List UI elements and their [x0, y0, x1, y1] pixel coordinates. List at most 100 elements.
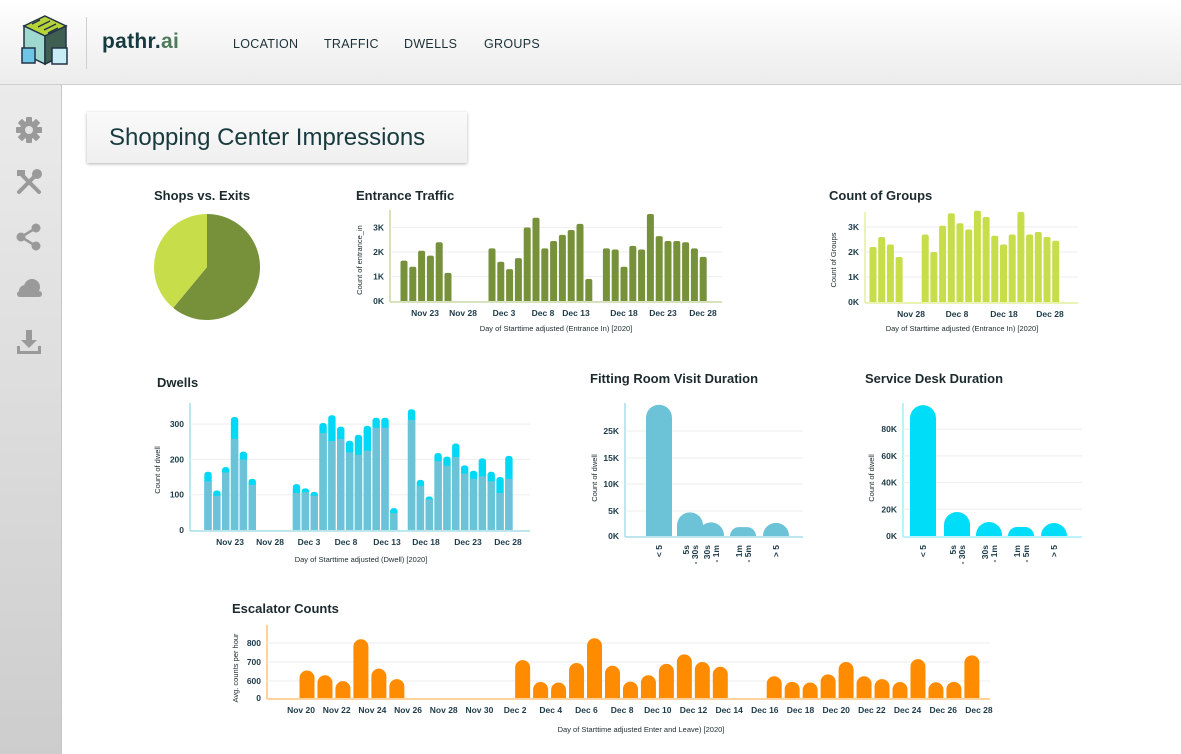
entrance-bar	[506, 269, 514, 301]
groups-bar	[895, 257, 903, 302]
dwell-bar-base	[372, 427, 380, 530]
x-tick-label: Dec 8	[946, 309, 969, 319]
y-tick-label: 0K	[848, 297, 860, 307]
x-tick-label: 5s- 30s	[948, 545, 967, 565]
escalator-bar	[676, 654, 692, 698]
x-tick-label: 1m- 5m	[734, 545, 753, 563]
x-tick-label: < 5	[654, 545, 664, 557]
escalator-bar	[551, 682, 567, 698]
entrance-bar	[567, 229, 575, 301]
y-tick-label: 3K	[373, 223, 385, 233]
dwell-bar-base	[505, 478, 513, 530]
dwell-bar-base	[425, 499, 433, 530]
entrance-bar	[541, 248, 549, 301]
x-tick-label: Dec 23	[649, 308, 677, 318]
y-tick-label: 0	[179, 525, 184, 535]
escalator-bar	[335, 681, 351, 698]
dwell-bar-base	[452, 456, 460, 530]
x-tick-label: Dec 18	[610, 308, 638, 318]
escalator-bar	[712, 666, 728, 698]
groups-bar	[1000, 244, 1007, 302]
x-tick-label: Dec 13	[562, 308, 590, 318]
y-tick-label: 3K	[848, 222, 860, 232]
x-tick-label: Dec 28	[965, 705, 993, 715]
x-tick-label: Dec 26	[930, 705, 958, 715]
chart-title-escalator: Escalator Counts	[232, 601, 339, 616]
escalator-bar	[604, 665, 620, 698]
x-tick-label: Dec 28	[494, 537, 522, 547]
entrance-bar	[418, 250, 426, 301]
ylabel-service: Count of dwell	[867, 454, 876, 502]
escalator-bar	[928, 682, 944, 698]
xlabel-dwells: Day of Starttime adjusted (Dwell) [2020]	[295, 555, 428, 564]
dwell-bar-base	[230, 438, 239, 530]
dwell-bar-base	[478, 476, 487, 530]
x-tick-label: Dec 6	[575, 705, 598, 715]
escalator-bar	[371, 668, 387, 698]
entrance-bar	[620, 266, 628, 301]
y-tick-label: 60K	[881, 451, 897, 461]
escalator-bar	[910, 659, 926, 698]
x-tick-label: Dec 3	[493, 308, 516, 318]
groups-bar	[1026, 234, 1034, 302]
fitting-bar	[730, 527, 756, 536]
entrance-bar	[682, 242, 690, 301]
groups-bar	[973, 210, 981, 302]
y-tick-label: 10K	[603, 479, 619, 489]
escalator-bar	[838, 662, 854, 698]
ylabel-entrance: Count of entrance_in	[355, 225, 364, 295]
escalator-bar	[964, 655, 980, 698]
x-tick-label: Dec 8	[335, 537, 358, 547]
dwell-bar-base	[292, 492, 301, 530]
x-tick-label: Dec 28	[1036, 309, 1064, 319]
dwell-bar-base	[416, 485, 425, 530]
x-tick-label: Nov 23	[411, 308, 439, 318]
entrance-bar	[532, 217, 540, 301]
entrance-bar	[426, 255, 434, 301]
dwell-bar-base	[319, 432, 327, 530]
tick-line: - 5m	[743, 545, 753, 563]
y-tick-label: 80K	[881, 424, 897, 434]
y-tick-label: 25K	[603, 426, 619, 436]
x-tick-label: Nov 28	[256, 537, 284, 547]
entrance-bar	[523, 227, 531, 301]
groups-bar	[965, 229, 973, 302]
dwell-bar-base	[460, 473, 469, 530]
groups-bar	[921, 234, 929, 302]
groups-bar	[1034, 232, 1042, 302]
service-bar	[944, 511, 970, 536]
dwell-bar-base	[354, 454, 363, 530]
groups-bar	[991, 235, 999, 302]
groups-bar	[1017, 212, 1025, 302]
service-bar	[1008, 527, 1034, 536]
dwell-bar-base	[204, 481, 212, 530]
x-tick-label: Nov 26	[394, 705, 422, 715]
dwell-bar-base	[469, 478, 478, 530]
tick-line: - 1m	[989, 545, 999, 563]
escalator-bar	[640, 675, 656, 698]
chart-title-shops: Shops vs. Exits	[154, 188, 250, 203]
escalator-bar	[874, 679, 890, 698]
tick-line: - 30s	[690, 545, 700, 565]
entrance-bar	[655, 236, 663, 301]
escalator-bar	[784, 681, 800, 698]
entrance-bar	[488, 248, 496, 301]
escalator-bar	[946, 681, 962, 698]
dwell-bar-base	[328, 441, 336, 530]
y-tick-label: 300	[170, 419, 184, 429]
entrance-bar	[409, 266, 417, 301]
groups-bar	[886, 244, 894, 302]
dwell-bar-base	[301, 492, 310, 530]
groups-bar	[1008, 234, 1016, 302]
dwell-bar-base	[443, 465, 451, 530]
y-tick-label: 700	[247, 657, 261, 667]
ylabel-groups: Count of Groups	[829, 232, 838, 287]
fitting-bar	[646, 404, 672, 536]
x-tick-label: Dec 18	[787, 705, 815, 715]
xlabel-groups: Day of Starttime adjusted (Entrance In) …	[886, 324, 1039, 333]
charts-canvas: Shops vs. Exits Entrance Traffic Count o…	[153, 188, 1082, 734]
x-tick-label: 1m- 5m	[1012, 545, 1031, 563]
escalator-bar	[658, 663, 674, 698]
x-tick-label: Dec 4	[539, 705, 562, 715]
tick-line: < 5	[918, 545, 928, 557]
